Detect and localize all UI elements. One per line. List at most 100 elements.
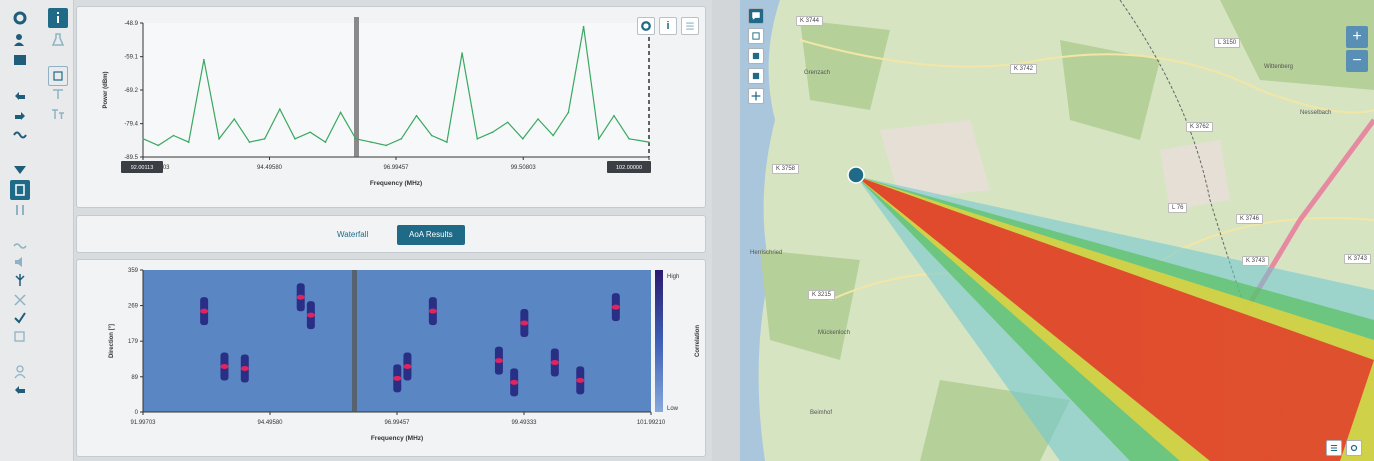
text-icon[interactable] [48, 84, 68, 104]
pause-icon[interactable] [10, 200, 30, 220]
spectrum-point [506, 121, 509, 124]
aoa-peak [494, 358, 503, 364]
info-label: i [666, 20, 670, 32]
x-tick-label: 96.99457 [384, 420, 410, 426]
flask-icon[interactable] [48, 30, 68, 50]
frequency-cursor [352, 270, 357, 412]
stack-icon[interactable] [748, 48, 764, 64]
df-station-marker[interactable] [847, 166, 865, 184]
place-label: Mückenloch [818, 330, 851, 336]
spectrum-point [339, 111, 342, 114]
colorbar-title: Correlation [695, 325, 701, 357]
spectrum-point [248, 141, 251, 143]
colorbar-high-label: High [667, 274, 679, 280]
aoa-peak [520, 320, 529, 326]
spectrum-point [279, 108, 281, 110]
tab-waterfall[interactable]: Waterfall [325, 225, 380, 245]
aoa-peak [220, 364, 229, 370]
aoa-peak [403, 364, 412, 370]
crosshair-icon[interactable] [748, 88, 764, 104]
aoa-peak [393, 375, 402, 381]
spectrum-point [648, 141, 650, 143]
aoa-peak [428, 308, 437, 314]
spectrum-chart[interactable]: -48.9-59.1-69.2-79.4-89.591.9970394.4958… [77, 7, 705, 207]
aoa-peak [296, 294, 305, 300]
y-axis-label: Direction [°] [109, 324, 115, 358]
x-axis-label: Frequency (MHz) [371, 435, 423, 442]
redo-icon[interactable] [10, 106, 30, 126]
spectrum-point [218, 138, 220, 140]
spectrum-point [309, 131, 312, 134]
undo2-icon[interactable] [10, 380, 30, 400]
comment-icon[interactable] [748, 8, 764, 24]
wave-icon[interactable] [10, 124, 30, 144]
x-tick-label: 99.49333 [511, 420, 537, 426]
spectrum-point [142, 138, 144, 140]
antenna-icon[interactable] [10, 270, 30, 290]
road-label: L 3150 [1214, 38, 1241, 48]
aoa-peak [510, 379, 519, 385]
zoom-in-button[interactable]: + [1346, 26, 1368, 48]
info-icon[interactable]: i [659, 17, 677, 35]
road-label: K 3762 [1186, 122, 1214, 132]
spectrum-point [522, 138, 524, 140]
panel-splitter[interactable] [712, 0, 740, 461]
info-icon[interactable] [48, 8, 68, 28]
list-icon[interactable] [681, 17, 699, 35]
place-label: Nesselbach [1300, 110, 1332, 116]
x-tick-label: 96.99457 [383, 165, 409, 171]
edit-icon[interactable] [10, 326, 30, 346]
road-label: K 3746 [1236, 214, 1264, 224]
place-label: Wittenberg [1264, 64, 1294, 70]
spectrum-point [354, 138, 357, 140]
place-label: Beimhof [810, 410, 833, 416]
zoom-out-button[interactable]: − [1346, 50, 1368, 72]
aoa-heatmap[interactable]: 359 269 179 89 0 91.99703 94.49580 96.99457 99.4… [77, 260, 705, 456]
building-icon[interactable] [10, 180, 30, 200]
image-icon[interactable] [10, 50, 30, 70]
aoa-peak [240, 365, 249, 371]
road-label: K 3744 [796, 16, 824, 26]
spectrum-point [172, 134, 175, 137]
x-tick-label: 101.99210 [637, 420, 666, 426]
spectrum-point [446, 141, 448, 143]
undo-icon[interactable] [10, 86, 30, 106]
tab-aoa-results[interactable]: AoA Results [397, 225, 465, 245]
spectrum-point [385, 144, 387, 147]
settings-icon[interactable] [1346, 440, 1362, 456]
x-tick-label: 99.50803 [511, 165, 537, 171]
scissors-icon[interactable] [10, 290, 30, 310]
map-view[interactable]: K 3744 K 3742 L 3150 K 3762 K 3758 L 76 … [740, 0, 1374, 461]
place-label: Grenzach [804, 70, 831, 76]
y-tick-label: -79.4 [124, 122, 138, 128]
spectrum-point [552, 134, 555, 137]
person-icon[interactable] [10, 30, 30, 50]
signal-icon[interactable] [10, 234, 30, 254]
colorbar-low-label: Low [667, 406, 679, 412]
spectrum-panel: i -48.9-59.1-69.2-79.4-89.591.9970394.49… [76, 6, 706, 208]
road-label: K 3743 [1242, 256, 1270, 266]
spectrum-point [324, 141, 327, 143]
check-icon[interactable] [10, 308, 30, 328]
left-toolbar [0, 0, 74, 461]
spectrum-point [613, 114, 615, 117]
y-tick-label: 0 [135, 410, 139, 416]
spectrum-point [582, 25, 585, 28]
app-root: i -48.9 -59.1 -69.2 -79.4 -89.5 91.99703 94.49… [0, 0, 1374, 461]
text-size-icon[interactable] [48, 104, 68, 124]
road-label: L 76 [1168, 203, 1188, 213]
spectrum-point [233, 118, 236, 120]
report-icon[interactable] [48, 66, 68, 86]
spectrum-point [476, 138, 479, 140]
gear-icon[interactable] [637, 17, 655, 35]
layers-icon[interactable] [748, 28, 764, 44]
filter-icon[interactable] [10, 160, 30, 180]
person-outline-icon[interactable] [10, 362, 30, 382]
gear-icon[interactable] [10, 8, 30, 28]
speaker-icon[interactable] [10, 252, 30, 272]
stack2-icon[interactable] [748, 68, 764, 84]
spectrum-point [294, 138, 296, 140]
list-icon[interactable] [1326, 440, 1342, 456]
place-label: Herrischried [750, 250, 783, 256]
spectrum-point [400, 138, 403, 140]
